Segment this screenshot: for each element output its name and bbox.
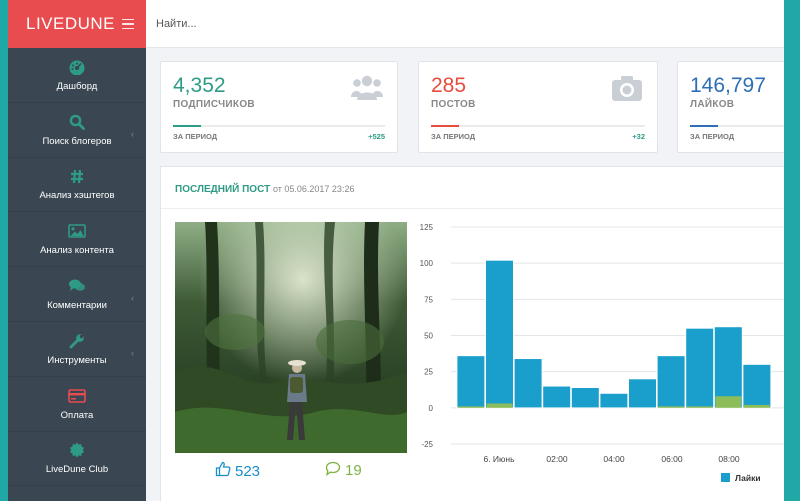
club-badge-icon: [69, 441, 85, 459]
bar-likes: [456, 355, 486, 409]
sidebar-item-label: Поиск блогеров: [42, 135, 112, 147]
hashtag-icon: [70, 167, 84, 185]
wrench-icon: [69, 332, 85, 350]
top-bar: [146, 0, 784, 48]
bar-secondary: [486, 403, 513, 408]
sidebar-item-label: Дашборд: [56, 80, 98, 92]
bar-secondary: [458, 406, 484, 408]
app-window: LIVEDUNE Дашборд Поиск блогеров ‹ Анализ…: [8, 0, 784, 501]
followers-period: ЗА ПЕРИОД: [173, 132, 218, 141]
bar-secondary: [658, 406, 684, 408]
bar-likes: [513, 358, 543, 409]
post-comments[interactable]: 19: [325, 461, 362, 480]
chevron-left-icon: ‹: [131, 347, 134, 358]
post-likes[interactable]: 523: [215, 461, 260, 481]
comment-icon: [325, 461, 341, 480]
posts-value: 285: [431, 74, 467, 97]
last-post-panel: ПОСЛЕДНИЙ ПОСТ от 05.06.2017 23:26 523 1…: [160, 166, 784, 501]
dashboard-icon: [68, 58, 86, 76]
sidebar-item-label: Оплата: [60, 409, 94, 421]
sidebar-item-hashtag-analysis[interactable]: Анализ хэштегов: [8, 158, 146, 213]
bar-likes: [599, 392, 629, 409]
sidebar-item-label: LiveDune Club: [45, 464, 109, 476]
sidebar-item-content-analysis[interactable]: Анализ контента: [8, 212, 146, 268]
sidebar-item-tools[interactable]: Инструменты ‹: [8, 322, 146, 377]
likes-chart: 125 100 75 50 25 0 -25 6. Июнь 02:00 04:00 06:00 08…: [420, 223, 784, 483]
followers-progress: [173, 125, 385, 127]
brand-logo[interactable]: LIVEDUNE: [26, 14, 115, 34]
x-tick-label: 06:00: [661, 454, 683, 464]
search-input[interactable]: [156, 17, 456, 30]
post-likes-count: 523: [235, 462, 261, 480]
post-comments-count: 19: [345, 462, 362, 479]
y-tick-label: 25: [424, 368, 433, 377]
post-photo[interactable]: [175, 222, 407, 453]
last-post-title: ПОСЛЕДНИЙ ПОСТ: [175, 184, 271, 195]
followers-value: 4,352: [173, 74, 226, 97]
sidebar-item-label: Анализ контента: [40, 245, 114, 257]
bar-likes: [713, 326, 743, 409]
followers-label: ПОДПИСЧИКОВ: [173, 99, 255, 110]
followers-change: +525: [368, 132, 385, 141]
sidebar-item-livedune-club[interactable]: LiveDune Club: [8, 432, 146, 487]
comments-icon: [68, 277, 86, 295]
y-tick-label: -25: [421, 440, 433, 449]
posts-card: 285 ПОСТОВ ЗА ПЕРИОД +32: [418, 61, 658, 153]
posts-progress: [431, 125, 645, 127]
bar-secondary: [715, 396, 742, 408]
x-tick-label: 02:00: [546, 454, 568, 464]
brand-bar: LIVEDUNE: [8, 0, 146, 48]
y-tick-label: 50: [424, 332, 433, 341]
bar-likes: [685, 327, 714, 409]
bar-secondary: [744, 404, 770, 408]
bar-likes: [742, 364, 772, 409]
posts-change: +32: [632, 132, 645, 141]
posts-label: ПОСТОВ: [431, 99, 476, 110]
likes-value: 146,797: [690, 74, 766, 97]
credit-card-icon: [68, 387, 86, 405]
legend-label: Лайки: [735, 473, 761, 483]
likes-label: ЛАЙКОВ: [690, 99, 735, 110]
sidebar-item-label: Комментарии: [47, 300, 107, 312]
bar-likes: [485, 259, 514, 409]
sidebar-item-payment[interactable]: Оплата: [8, 377, 146, 432]
x-tick-label: 08:00: [718, 454, 740, 464]
likes-card: 146,797 ЛАЙКОВ ЗА ПЕРИОД: [677, 61, 784, 153]
bar-likes: [570, 387, 600, 409]
sidebar-item-comments[interactable]: Комментарии ‹: [8, 267, 146, 322]
likes-progress: [690, 125, 784, 127]
y-tick-label: 100: [420, 259, 434, 268]
bar-likes: [656, 355, 686, 409]
y-tick-label: 125: [420, 223, 434, 232]
y-tick-label: 0: [429, 404, 434, 413]
followers-card: 4,352 ПОДПИСЧИКОВ ЗА ПЕРИОД +525: [160, 61, 398, 153]
users-icon: [351, 74, 383, 107]
thumbs-up-icon: [215, 461, 231, 481]
chevron-left-icon: ‹: [131, 128, 134, 139]
last-post-date: от 05.06.2017 23:26: [272, 184, 355, 194]
menu-toggle-icon[interactable]: [122, 18, 134, 30]
sidebar: LIVEDUNE Дашборд Поиск блогеров ‹ Анализ…: [8, 0, 146, 501]
posts-period: ЗА ПЕРИОД: [431, 132, 476, 141]
sidebar-item-dashboard[interactable]: Дашборд: [8, 48, 146, 103]
image-icon: [68, 222, 86, 240]
x-tick-label: 6. Июнь: [483, 454, 515, 464]
legend-swatch: [721, 473, 730, 482]
sidebar-item-label: Анализ хэштегов: [39, 190, 115, 202]
camera-icon: [611, 74, 643, 107]
last-post-header: ПОСЛЕДНИЙ ПОСТ от 05.06.2017 23:26: [161, 167, 784, 209]
likes-period: ЗА ПЕРИОД: [690, 132, 735, 141]
y-tick-label: 75: [424, 295, 433, 304]
bar-secondary: [686, 406, 713, 408]
bar-likes: [628, 378, 657, 409]
bar-likes: [542, 385, 572, 409]
sidebar-item-label: Инструменты: [47, 354, 107, 366]
chevron-left-icon: ‹: [131, 293, 134, 304]
search-icon: [69, 113, 85, 131]
x-tick-label: 04:00: [603, 454, 625, 464]
sidebar-item-blogger-search[interactable]: Поиск блогеров ‹: [8, 103, 146, 158]
